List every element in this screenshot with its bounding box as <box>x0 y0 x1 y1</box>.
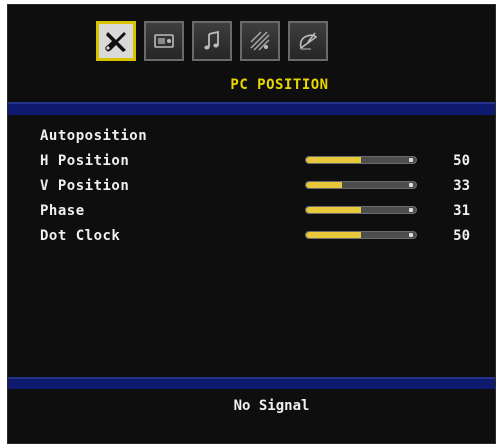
tab-picture[interactable] <box>144 21 184 61</box>
tab-install[interactable] <box>288 21 328 61</box>
menu-item-label: Autoposition <box>40 127 148 144</box>
wrench-scissor-icon <box>105 32 126 52</box>
features-icon <box>250 31 270 51</box>
phase-value: 31 <box>453 202 470 219</box>
menu-item-label: Dot Clock <box>40 227 121 244</box>
music-note-icon <box>204 30 219 50</box>
menu-item-label: V Position <box>40 177 130 194</box>
tab-sound[interactable] <box>192 21 232 61</box>
slider-end-marker <box>409 233 413 237</box>
menu-item-label: H Position <box>40 152 130 169</box>
phase-slider[interactable] <box>305 206 417 214</box>
h-position-value: 50 <box>453 152 470 169</box>
menu-title: PC POSITION <box>230 77 329 93</box>
menu-item-h-position[interactable]: H Position 50 <box>40 148 470 173</box>
menu-item-dot-clock[interactable]: Dot Clock 50 <box>40 223 470 248</box>
menu-item-list: Autoposition H Position 50 V Position 33 <box>40 123 470 248</box>
install-satellite-icon <box>299 32 318 50</box>
screen: PC POSITION Autoposition H Position 50 V… <box>0 0 498 448</box>
v-position-slider-fill <box>306 182 343 188</box>
menu-item-phase[interactable]: Phase 31 <box>40 198 470 223</box>
menu-item-autoposition[interactable]: Autoposition <box>40 123 470 148</box>
dot-clock-slider-fill <box>306 232 361 238</box>
slider-end-marker <box>409 158 413 162</box>
menu-item-v-position[interactable]: V Position 33 <box>40 173 470 198</box>
menu-item-label: Phase <box>40 202 85 219</box>
dot-clock-slider[interactable] <box>305 231 417 239</box>
tab-features[interactable] <box>240 21 280 61</box>
bottom-divider-band <box>8 377 495 389</box>
v-position-value: 33 <box>453 177 470 194</box>
h-position-slider-fill <box>306 157 361 163</box>
slider-end-marker <box>409 183 413 187</box>
v-position-slider[interactable] <box>305 181 417 189</box>
picture-monitor-icon <box>154 34 174 48</box>
phase-slider-fill <box>306 207 361 213</box>
h-position-slider[interactable] <box>305 156 417 164</box>
top-divider-band <box>8 102 495 115</box>
osd-menu-panel: PC POSITION Autoposition H Position 50 V… <box>7 4 496 444</box>
menu-tab-bar <box>96 21 328 61</box>
status-message: No Signal <box>233 398 310 414</box>
dot-clock-value: 50 <box>453 227 470 244</box>
tab-pc-position[interactable] <box>96 21 136 61</box>
slider-end-marker <box>409 208 413 212</box>
